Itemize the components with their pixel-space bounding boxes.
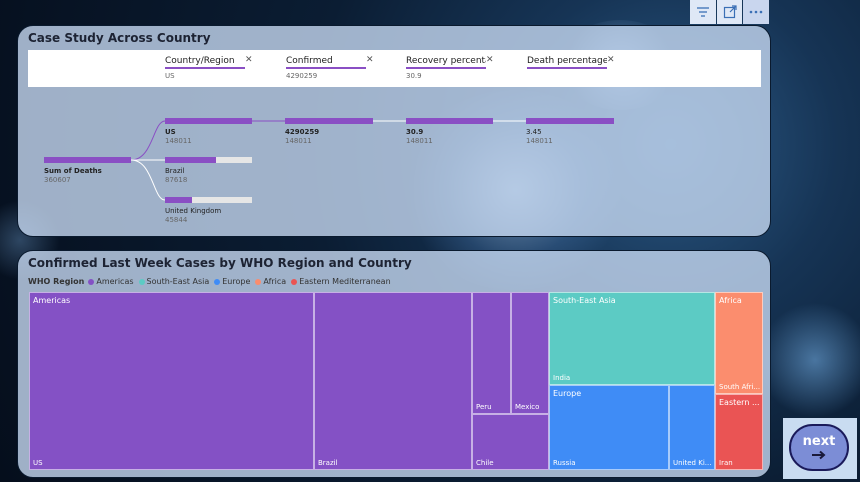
tree-node-root[interactable]: Sum of Deaths 360607	[44, 157, 131, 184]
treemap-cell-russia[interactable]: Europe Russia	[549, 385, 669, 470]
node-fill	[526, 118, 614, 124]
tree-node-united-kingdom[interactable]: United Kingdom 45844	[165, 197, 252, 224]
legend-item-eastern-mediterranean[interactable]: Eastern Mediterranean	[291, 277, 391, 286]
visual-toolbar	[690, 0, 770, 24]
focus-mode-button[interactable]	[716, 0, 743, 24]
treemap-cell-us[interactable]: Americas US	[29, 292, 314, 470]
legend-item-south-east-asia[interactable]: South-East Asia	[138, 277, 209, 286]
treemap-cell-brazil[interactable]: Brazil	[314, 292, 472, 470]
legend-item-africa[interactable]: Africa	[255, 277, 286, 286]
tree-node-brazil[interactable]: Brazil 87618	[165, 157, 252, 184]
node-fill	[406, 118, 493, 124]
region-label: Europe	[553, 389, 582, 398]
tree-node-confirmed[interactable]: 4290259 148011	[285, 118, 373, 145]
treemap-title: Confirmed Last Week Cases by WHO Region …	[28, 256, 412, 270]
treemap-cell-united-kingdom[interactable]: United Ki...	[669, 385, 715, 470]
legend-item-europe[interactable]: Europe	[214, 277, 250, 286]
tree-connectors	[130, 120, 526, 201]
filter-button[interactable]	[690, 0, 716, 24]
region-label: Africa	[719, 296, 742, 305]
legend-title: WHO Region	[28, 277, 85, 286]
treemap-cell-peru[interactable]: Peru	[472, 292, 511, 414]
region-label: Eastern ...	[719, 398, 760, 407]
node-fill	[44, 157, 131, 163]
arrow-right-icon	[812, 450, 826, 460]
treemap-cell-mexico[interactable]: Mexico	[511, 292, 549, 414]
treemap-panel: Confirmed Last Week Cases by WHO Region …	[17, 250, 771, 478]
treemap-legend: WHO Region Americas South-East Asia Euro…	[28, 277, 396, 286]
more-options-icon	[749, 10, 763, 14]
treemap-cell-iran[interactable]: Eastern ... Iran	[715, 394, 763, 470]
legend-dot	[88, 278, 95, 285]
next-button-frame: next	[783, 418, 857, 479]
background-virus	[760, 300, 860, 420]
filter-icon	[696, 7, 709, 17]
tree-node-recovery[interactable]: 30.9 148011	[406, 118, 493, 145]
next-button[interactable]: next	[789, 424, 849, 471]
legend-dot	[291, 278, 298, 285]
legend-dot	[255, 278, 262, 285]
legend-dot	[214, 278, 221, 285]
legend-dot	[138, 278, 145, 285]
tree-node-us[interactable]: US 148011	[165, 118, 252, 145]
treemap-cell-india[interactable]: South-East Asia India	[549, 292, 715, 385]
next-button-label: next	[802, 434, 836, 449]
tree-node-death[interactable]: 3.45 148011	[526, 118, 614, 145]
focus-mode-icon	[723, 5, 737, 19]
node-fill	[285, 118, 373, 124]
treemap-cell-south-africa[interactable]: Africa South Afri...	[715, 292, 763, 394]
node-fill	[165, 157, 217, 163]
region-label: South-East Asia	[553, 296, 616, 305]
region-label: Americas	[33, 296, 71, 305]
decomposition-tree-panel: Case Study Across Country Country/Region…	[17, 25, 771, 237]
treemap-cell-chile[interactable]: Chile	[472, 414, 549, 470]
node-fill	[165, 197, 192, 203]
node-fill	[165, 118, 252, 124]
more-options-button[interactable]	[743, 0, 770, 24]
legend-item-americas[interactable]: Americas	[88, 277, 134, 286]
treemap: Americas US Brazil Peru Mexico Chile Sou…	[29, 292, 763, 470]
